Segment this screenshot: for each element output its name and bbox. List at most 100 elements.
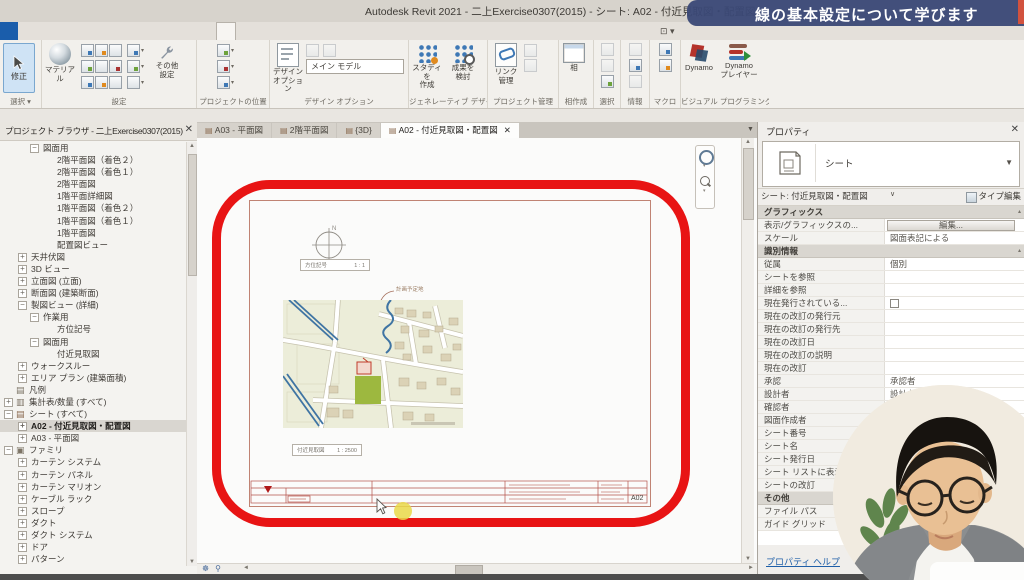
canvas-vertical-scrollbar[interactable]: ▲ ▼ bbox=[741, 138, 754, 563]
properties-close-icon[interactable]: ✕ bbox=[1011, 124, 1019, 135]
chevron-down-icon[interactable]: ∨ bbox=[890, 190, 895, 198]
properties-help-link[interactable]: プロパティ ヘルプ bbox=[766, 555, 840, 568]
ribbon-tab[interactable] bbox=[90, 22, 108, 40]
additional-settings-button[interactable]: その他 設定 bbox=[149, 42, 185, 79]
project-info-icon[interactable] bbox=[109, 44, 122, 57]
tree-item[interactable]: 断面図 (建築断面) bbox=[0, 287, 187, 299]
manage-links-button[interactable]: リンク 管理 bbox=[488, 42, 524, 85]
scroll-right-icon[interactable]: ► bbox=[748, 565, 754, 571]
window-close-button-sliver[interactable] bbox=[1018, 0, 1024, 24]
redo-icon[interactable] bbox=[106, 3, 118, 17]
tree-item[interactable]: 図面用 bbox=[0, 142, 187, 154]
tree-expand-glyph[interactable] bbox=[18, 483, 27, 492]
materials-button[interactable]: マテリアル bbox=[42, 42, 78, 83]
sync-icon[interactable] bbox=[72, 3, 84, 17]
property-row[interactable]: 現在の改訂の説明 bbox=[758, 349, 1024, 362]
tree-item[interactable]: 付近見取図 bbox=[0, 348, 187, 360]
ribbon-tab[interactable] bbox=[0, 22, 18, 40]
scroll-down-icon[interactable]: ▼ bbox=[742, 556, 754, 562]
properties-header[interactable]: プロパティ ✕ bbox=[758, 122, 1024, 140]
tree-expand-glyph[interactable] bbox=[18, 277, 27, 286]
ribbon-tab[interactable] bbox=[18, 22, 36, 40]
tree-item[interactable]: ウォークスルー bbox=[0, 360, 187, 372]
tree-expand-glyph[interactable] bbox=[18, 289, 27, 298]
tree-item[interactable]: 1階平面詳細図 bbox=[0, 190, 187, 202]
drawing-area[interactable]: N 方位記号 1 : 1 計画予定地 bbox=[197, 138, 757, 575]
modify-button[interactable]: 修正 bbox=[3, 43, 35, 93]
tree-expand-glyph[interactable] bbox=[4, 398, 13, 407]
tree-expand-glyph[interactable] bbox=[18, 507, 27, 516]
tree-item[interactable]: 集計表/数量 (すべて) bbox=[0, 396, 187, 408]
dropdown-arrow[interactable]: ▾ bbox=[231, 60, 237, 75]
property-row[interactable]: 識別情報 bbox=[758, 245, 1024, 258]
ribbon-tab[interactable] bbox=[254, 22, 272, 40]
tree-expand-glyph[interactable] bbox=[18, 458, 27, 467]
render-icon[interactable] bbox=[225, 3, 237, 17]
tree-item[interactable]: 凡例 bbox=[0, 384, 187, 396]
steering-wheel-icon[interactable] bbox=[699, 150, 714, 165]
tree-item[interactable]: 配置図ビュー bbox=[0, 239, 187, 251]
tree-item[interactable]: パターン bbox=[0, 553, 187, 565]
tree-item[interactable]: 2階平面図（着色２） bbox=[0, 154, 187, 166]
ribbon-tab[interactable] bbox=[198, 22, 216, 40]
tree-item[interactable]: 方位記号 bbox=[0, 323, 187, 335]
property-value[interactable] bbox=[885, 349, 1024, 361]
dropdown-arrow[interactable]: ▾ bbox=[231, 76, 237, 91]
view-tab[interactable]: {3D} bbox=[337, 123, 379, 138]
active-design-option-select[interactable]: メイン モデル bbox=[306, 59, 404, 74]
file-icon[interactable] bbox=[21, 3, 33, 17]
tree-expand-glyph[interactable] bbox=[18, 301, 27, 310]
tree-item[interactable]: 立面図 (立面) bbox=[0, 275, 187, 287]
switch-windows-icon[interactable] bbox=[276, 3, 288, 17]
property-value[interactable]: 編集... bbox=[887, 220, 1015, 231]
view-tab[interactable]: A02 - 付近見取図・配置図✕ bbox=[381, 123, 519, 138]
property-value[interactable] bbox=[885, 297, 1024, 309]
tree-item[interactable]: ケーブル ラック bbox=[0, 493, 187, 505]
text-icon[interactable] bbox=[191, 3, 203, 17]
steering-wheel-small-icon[interactable]: ☸ bbox=[202, 564, 209, 573]
tree-item[interactable]: ドア bbox=[0, 541, 187, 553]
property-value[interactable] bbox=[885, 362, 1024, 374]
mep-settings-icon[interactable] bbox=[127, 60, 140, 73]
tree-expand-glyph[interactable] bbox=[18, 422, 27, 431]
property-row[interactable]: 現在の改訂日 bbox=[758, 336, 1024, 349]
macro-manager-icon[interactable] bbox=[659, 43, 672, 56]
scroll-up-icon[interactable]: ▲ bbox=[742, 139, 754, 145]
object-styles-icon[interactable] bbox=[81, 44, 94, 57]
structural-settings-icon[interactable] bbox=[127, 44, 140, 57]
dynamo-button[interactable]: Dynamo bbox=[681, 42, 717, 73]
undo-icon[interactable] bbox=[89, 3, 101, 17]
print-icon[interactable] bbox=[123, 3, 135, 17]
property-row[interactable]: 現在の改訂の発行元 bbox=[758, 310, 1024, 323]
snaps-icon[interactable] bbox=[95, 44, 108, 57]
ribbon-tab[interactable] bbox=[144, 22, 162, 40]
zoom-small-icon[interactable]: ⚲ bbox=[215, 564, 221, 573]
tree-item[interactable]: ダクト システム bbox=[0, 529, 187, 541]
property-row[interactable]: 従属 個別 bbox=[758, 258, 1024, 271]
tree-item[interactable]: 1階平面図 bbox=[0, 227, 187, 239]
tree-item[interactable]: シート (すべて) bbox=[0, 408, 187, 420]
panel-footer-select[interactable]: 選択 ▾ bbox=[0, 95, 41, 108]
global-parameters-icon[interactable] bbox=[109, 60, 122, 73]
tree-expand-glyph[interactable] bbox=[18, 531, 27, 540]
position-icon[interactable] bbox=[217, 76, 230, 89]
scroll-down-icon[interactable]: ▼ bbox=[187, 559, 197, 565]
ribbon-tab[interactable] bbox=[236, 22, 254, 40]
tree-item[interactable]: カーテン パネル bbox=[0, 469, 187, 481]
measure-icon[interactable] bbox=[157, 3, 169, 17]
property-row[interactable]: スケール 図面表記による bbox=[758, 232, 1024, 245]
ribbon-tab[interactable] bbox=[180, 22, 198, 40]
tree-expand-glyph[interactable] bbox=[18, 253, 27, 262]
tree-item[interactable]: 1階平面図（着色１） bbox=[0, 215, 187, 227]
tree-item[interactable]: 1階平面図（着色２） bbox=[0, 202, 187, 214]
property-value[interactable] bbox=[885, 271, 1024, 283]
location-icon[interactable] bbox=[217, 44, 230, 57]
view-tab-overflow-arrow[interactable]: ▼ bbox=[747, 126, 754, 133]
tree-expand-glyph[interactable] bbox=[30, 338, 39, 347]
panel-schedule-templates-icon[interactable] bbox=[127, 76, 140, 89]
ribbon-tab[interactable] bbox=[108, 22, 126, 40]
zoom-icon[interactable] bbox=[700, 176, 710, 186]
tree-expand-glyph[interactable] bbox=[30, 313, 39, 322]
view-tab-close-icon[interactable]: ✕ bbox=[504, 125, 511, 135]
coordinates-icon[interactable] bbox=[217, 60, 230, 73]
